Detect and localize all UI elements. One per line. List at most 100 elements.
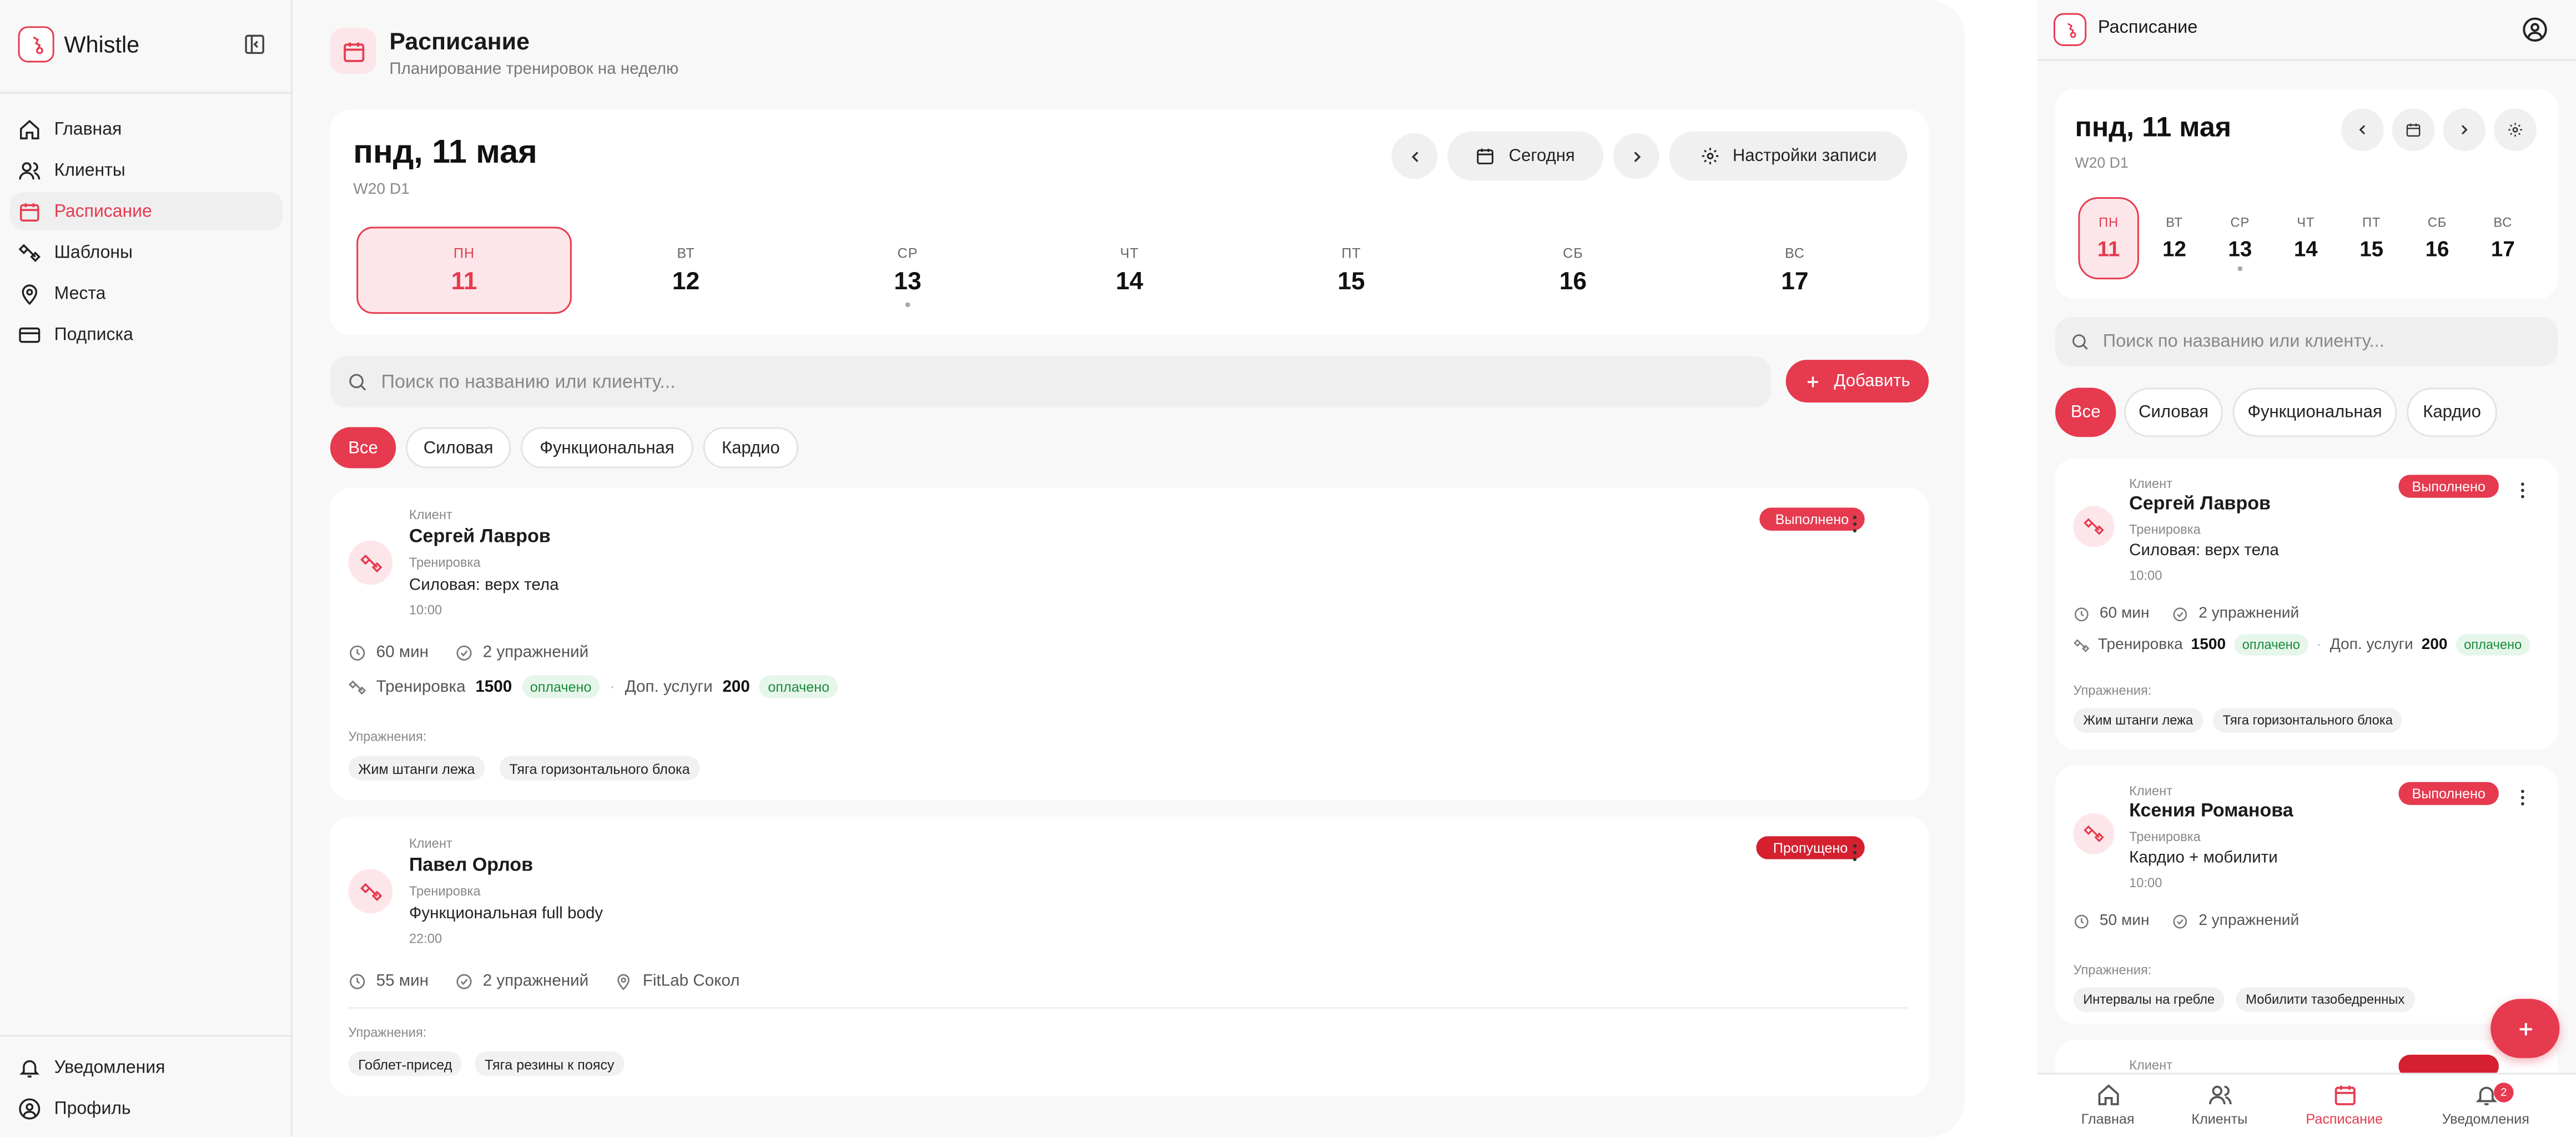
search-input[interactable]: Поиск по названию или клиенту...	[2103, 332, 2384, 352]
session-card[interactable]: Клиент Павел Орлов Тренировка Функционал…	[330, 816, 1929, 1096]
add-button[interactable]: Добавить	[1785, 360, 1929, 403]
client-name[interactable]: Сергей Лавров	[2129, 495, 2271, 515]
users-icon	[18, 159, 41, 182]
clock-icon	[348, 644, 366, 662]
more-vertical-icon[interactable]	[1843, 512, 1866, 535]
day-mon[interactable]: ПН 11	[356, 227, 572, 314]
clock-icon	[2074, 913, 2090, 929]
filter-all[interactable]: Все	[330, 427, 396, 469]
day-wed[interactable]: СР 13	[800, 227, 1015, 314]
calendar-icon	[330, 28, 376, 74]
workout-name: Силовая: верх тела	[409, 576, 559, 595]
sidebar-item-label: Расписание	[54, 201, 152, 222]
sidebar-item-notifications[interactable]: Уведомления	[10, 1048, 283, 1086]
client-name[interactable]: Павел Орлов	[409, 856, 533, 876]
day-thu[interactable]: ЧТ 14	[1022, 227, 1237, 314]
search-input[interactable]: Поиск по названию или клиенту...	[381, 372, 676, 392]
next-week-button[interactable]	[1613, 133, 1659, 179]
filter-cardio[interactable]: Кардио	[2407, 388, 2497, 437]
day-tue[interactable]: ВТ 12	[578, 227, 794, 314]
templates-icon	[18, 241, 41, 264]
chevron-right-icon	[1627, 147, 1646, 165]
day-mon[interactable]: ПН 11	[2078, 197, 2139, 280]
filter-cardio[interactable]: Кардио	[703, 427, 799, 469]
selected-date: пнд, 11 мая	[2075, 112, 2232, 143]
tab-notifications[interactable]: 2 Уведомления	[2428, 1083, 2543, 1127]
filter-functional[interactable]: Функциональная	[521, 427, 693, 469]
filter-strength[interactable]: Силовая	[2124, 388, 2223, 437]
filter-all[interactable]: Все	[2055, 388, 2116, 437]
filter-functional[interactable]: Функциональная	[2232, 388, 2397, 437]
filter-strength[interactable]: Силовая	[405, 427, 511, 469]
client-label: Клиент	[2129, 476, 2173, 491]
sidebar-item-places[interactable]: Места	[10, 274, 283, 312]
bottom-tab-bar: Главная Клиенты Расписание 2 Уведомления	[2037, 1073, 2576, 1137]
add-label: Добавить	[1834, 371, 1910, 391]
day-number: 15	[1337, 268, 1365, 296]
search-bar[interactable]: Поиск по названию или клиенту...	[2055, 317, 2558, 366]
sidebar-item-templates[interactable]: Шаблоны	[10, 233, 283, 271]
page-subtitle: Планирование тренировок на неделю	[389, 61, 679, 79]
tab-home[interactable]: Главная	[2050, 1083, 2165, 1127]
sidebar-item-clients[interactable]: Клиенты	[10, 151, 283, 189]
day-sat[interactable]: СБ 16	[1466, 227, 1681, 314]
more-vertical-icon[interactable]	[2512, 480, 2533, 501]
notification-count-badge: 2	[2494, 1083, 2514, 1103]
day-thu[interactable]: ЧТ 14	[2275, 197, 2336, 279]
paid-badge: оплачено	[521, 675, 600, 698]
day-label: ПТ	[1341, 244, 1361, 261]
sidebar-item-home[interactable]: Главная	[10, 110, 283, 148]
day-sat[interactable]: СБ 16	[2407, 197, 2467, 279]
brand[interactable]: Whistle	[18, 26, 140, 63]
selected-date: пнд, 11 мая	[353, 134, 537, 171]
more-vertical-icon[interactable]	[1843, 841, 1866, 864]
sidebar-item-schedule[interactable]: Расписание	[9, 192, 283, 230]
check-circle-icon	[455, 973, 473, 991]
exercise-tag: Тяга горизонтального блока	[499, 756, 700, 781]
client-label: Клиент	[2129, 1058, 2173, 1073]
booking-settings-button[interactable]: Настройки записи	[1669, 131, 1908, 181]
sidebar-item-subscription[interactable]: Подписка	[10, 315, 283, 353]
training-label: Тренировка	[409, 555, 481, 570]
extra-price: 200	[722, 677, 750, 696]
session-card[interactable]: Клиент Сергей Лавров Тренировка Силовая:…	[2055, 458, 2558, 749]
sidebar-collapse-icon[interactable]	[243, 33, 266, 56]
tab-clients[interactable]: Клиенты	[2162, 1083, 2277, 1127]
day-label: ЧТ	[1120, 244, 1139, 261]
sidebar: Whistle Главная Клиенты Расписание Шабло…	[0, 0, 293, 1137]
sidebar-item-profile[interactable]: Профиль	[10, 1089, 283, 1127]
day-tue[interactable]: ВТ 12	[2144, 197, 2205, 279]
desktop-view: Whistle Главная Клиенты Расписание Шабло…	[0, 0, 1965, 1137]
more-vertical-icon[interactable]	[2512, 787, 2533, 808]
day-number: 17	[1781, 268, 1809, 296]
location: FitLab Сокол	[642, 972, 740, 991]
day-sun[interactable]: ВС 17	[2473, 197, 2533, 279]
today-button[interactable]	[2392, 108, 2435, 152]
whistle-logo-icon[interactable]	[2054, 13, 2087, 46]
day-sun[interactable]: ВС 17	[1687, 227, 1903, 314]
tab-schedule[interactable]: Расписание	[2287, 1083, 2402, 1127]
session-card[interactable]: Клиент Ксения Романова Тренировка Кардио…	[2055, 765, 2558, 1024]
prev-week-button[interactable]	[1391, 133, 1438, 179]
fab-add-button[interactable]	[2491, 999, 2560, 1058]
today-button[interactable]: Сегодня	[1447, 131, 1604, 181]
workout-name: Кардио + мобилити	[2129, 849, 2278, 868]
user-circle-icon[interactable]	[2522, 17, 2548, 43]
sidebar-item-label: Подписка	[54, 324, 133, 344]
users-icon	[2207, 1083, 2232, 1107]
session-stats: 55 мин 2 упражнений FitLab Сокол	[348, 972, 740, 991]
training-label: Тренировка	[2129, 829, 2201, 845]
session-card[interactable]: Клиент Сергей Лавров Тренировка Силовая:…	[330, 487, 1929, 801]
next-week-button[interactable]	[2443, 108, 2486, 152]
day-fri[interactable]: ПТ 15	[2341, 197, 2402, 279]
search-bar[interactable]: Поиск по названию или клиенту...	[330, 356, 1772, 407]
day-fri[interactable]: ПТ 15	[1244, 227, 1459, 314]
plus-icon	[2514, 1018, 2535, 1039]
main-content: Расписание Планирование тренировок на не…	[293, 0, 1965, 1137]
booking-settings-button[interactable]	[2494, 108, 2537, 152]
client-name[interactable]: Ксения Романова	[2129, 802, 2293, 822]
client-name[interactable]: Сергей Лавров	[409, 527, 551, 547]
extra-label: Доп. услуги	[2330, 636, 2413, 654]
has-events-dot	[905, 302, 910, 308]
prev-week-button[interactable]	[2341, 108, 2384, 152]
